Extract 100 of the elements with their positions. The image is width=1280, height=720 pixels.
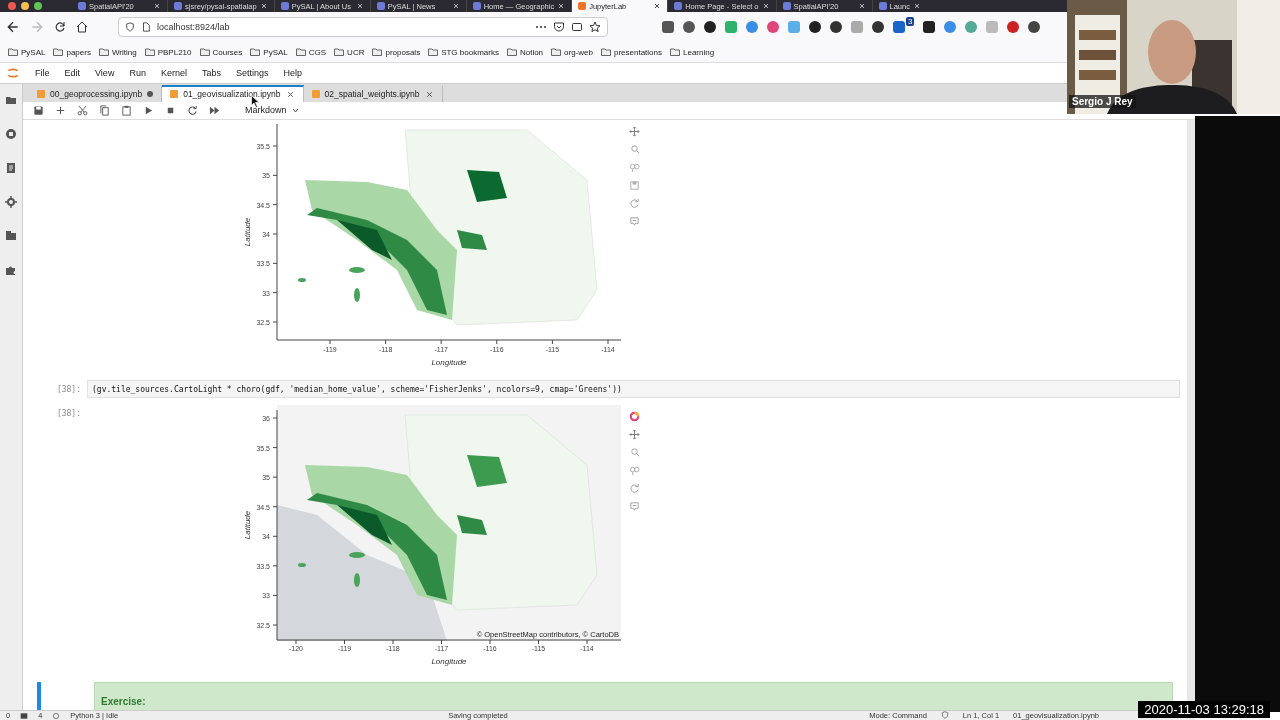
output-prompt: [38]: (55, 408, 82, 420)
close-icon[interactable] (424, 89, 434, 99)
restart-icon[interactable] (187, 104, 198, 116)
extension-icon[interactable] (923, 21, 936, 33)
close-icon[interactable] (355, 2, 364, 10)
reader-icon[interactable] (571, 21, 583, 33)
close-icon[interactable] (857, 2, 866, 10)
extension-icon[interactable] (683, 21, 695, 33)
close-icon[interactable] (761, 2, 770, 10)
pan-icon[interactable] (629, 429, 640, 440)
favicon-icon (578, 2, 587, 10)
close-icon[interactable] (912, 2, 921, 10)
reload-icon[interactable] (54, 21, 66, 33)
extension-icon[interactable] (809, 21, 821, 33)
favicon-icon (878, 2, 887, 10)
menu-item[interactable]: Help (283, 68, 302, 78)
copy-icon[interactable] (99, 104, 110, 116)
extension-icon[interactable] (662, 21, 674, 33)
address-bar[interactable]: localhost:8924/lab (118, 17, 608, 37)
maximize-window-button[interactable] (34, 2, 42, 10)
input-prompt: [38]: (55, 384, 82, 396)
cell-type-dropdown[interactable]: Markdown (239, 104, 305, 117)
menu-item[interactable]: Run (129, 68, 146, 78)
favicon-icon (782, 2, 791, 10)
puzzle-icon[interactable] (5, 264, 17, 276)
menu-item[interactable]: View (95, 68, 115, 78)
shield-icon (125, 22, 135, 32)
bookmark[interactable]: presentations (600, 47, 662, 57)
menu-item[interactable]: Tabs (201, 68, 221, 78)
bookmark[interactable]: papers (53, 47, 91, 57)
menu-item[interactable]: Settings (235, 68, 269, 78)
favicon-icon (78, 2, 86, 10)
notebook-tab[interactable]: 02_spatial_weights.ipynb (303, 84, 443, 102)
minimize-window-button[interactable] (21, 2, 29, 10)
notebook-icon (311, 90, 320, 98)
bookmark[interactable]: Notion (506, 47, 544, 57)
jupyter-logo-icon (6, 66, 20, 80)
axis-label: Longitude (431, 358, 467, 367)
menu-item[interactable]: Kernel (160, 68, 187, 78)
favicon-icon (376, 2, 385, 10)
axis-label: Latitude (243, 510, 252, 540)
notebook-icon (170, 90, 179, 98)
extension-icon[interactable] (704, 21, 716, 33)
close-icon[interactable] (653, 2, 662, 10)
folder-icon (670, 48, 680, 56)
star-icon[interactable] (589, 21, 601, 33)
logo-icon[interactable] (629, 411, 640, 422)
menu-item[interactable]: Edit (64, 68, 81, 78)
bookmark[interactable]: STG bookmarks (428, 47, 499, 57)
bookmark[interactable]: Courses (199, 47, 243, 57)
close-icon[interactable] (557, 2, 566, 10)
folder-icon (372, 48, 383, 56)
folder-icon (53, 48, 64, 56)
bookmark[interactable]: Writing (98, 47, 137, 57)
close-icon[interactable] (153, 2, 161, 10)
home-icon[interactable] (76, 21, 88, 33)
axis-label: Latitude (243, 217, 252, 247)
back-arrow-icon[interactable] (6, 20, 20, 34)
bookmark[interactable]: PySAL (250, 47, 288, 57)
bookmark[interactable]: proposals (372, 47, 421, 57)
caret-icon (291, 107, 299, 113)
favicon-icon (174, 2, 182, 10)
close-icon[interactable] (285, 89, 295, 99)
close-icon[interactable] (259, 2, 268, 10)
extension-icon[interactable] (1028, 21, 1041, 33)
extension-icon[interactable] (872, 21, 884, 33)
run-icon[interactable] (143, 104, 154, 116)
close-icon[interactable] (451, 2, 460, 10)
pocket-icon[interactable] (553, 21, 565, 33)
menu-item[interactable]: File (35, 68, 50, 78)
bookmark[interactable]: Learning (670, 47, 715, 57)
pan-icon[interactable] (629, 126, 640, 137)
folder-icon (334, 48, 345, 56)
close-window-button[interactable] (8, 2, 16, 10)
terminal-icon (20, 711, 29, 720)
bookmark[interactable]: PBPL210 (144, 47, 192, 57)
running-icon[interactable] (5, 128, 17, 140)
folder-icon (506, 48, 517, 56)
bookmark[interactable]: org-web (551, 47, 593, 57)
notebook-tab[interactable]: 01_geovisualization.ipynb (162, 84, 304, 102)
folder-icon[interactable] (5, 94, 17, 106)
add-icon[interactable] (55, 104, 66, 116)
save-icon[interactable] (33, 104, 44, 116)
paste-icon[interactable] (121, 104, 132, 116)
notebook-icon (37, 90, 45, 98)
folder-icon (8, 48, 18, 56)
cut-icon[interactable] (77, 104, 88, 116)
folder-icon (144, 48, 155, 56)
favicon-icon (280, 2, 289, 10)
bookmark[interactable]: CGS (295, 47, 327, 57)
extension-icon[interactable] (830, 21, 842, 33)
tabs-icon[interactable] (5, 230, 17, 242)
count-badge: 3 (906, 16, 915, 26)
shield-icon (940, 711, 949, 719)
bookmark[interactable]: PySAL (8, 47, 46, 57)
favicon-icon (674, 2, 683, 10)
timestamp: 2020-11-03 13:29:18 (1138, 701, 1270, 718)
bookmark[interactable]: UCR (334, 47, 365, 57)
page-icon (141, 22, 151, 32)
fast-forward-icon[interactable] (209, 104, 220, 116)
